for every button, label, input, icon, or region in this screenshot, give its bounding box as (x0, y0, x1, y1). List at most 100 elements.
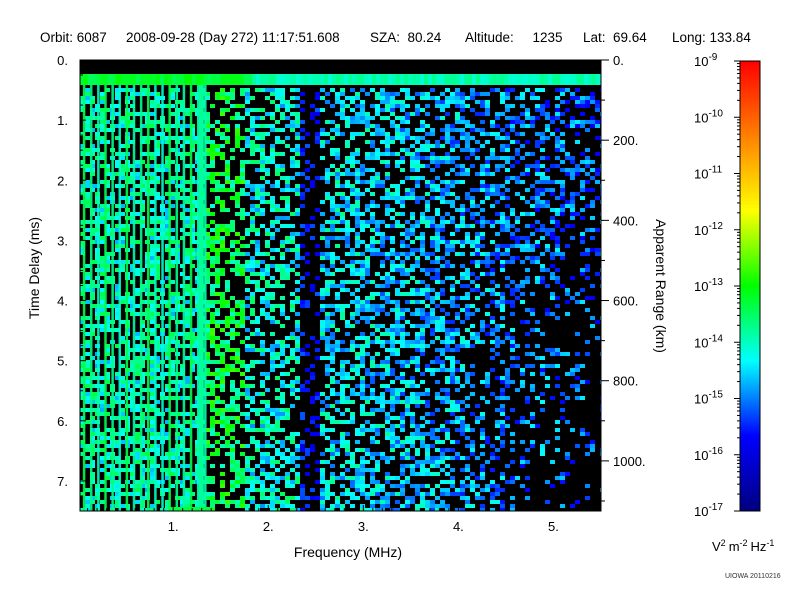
heatmap-cell (440, 224, 445, 228)
heatmap-cell (450, 304, 455, 308)
heatmap-cell (330, 304, 335, 308)
heatmap-cell (320, 408, 325, 412)
heatmap-cell (280, 168, 285, 172)
heatmap-cell (445, 392, 450, 396)
heatmap-cell (355, 96, 360, 100)
heatmap-cell (345, 120, 350, 124)
heatmap-cell (485, 112, 490, 116)
heatmap-cell (360, 412, 365, 416)
heatmap-cell (420, 128, 425, 132)
heatmap-cell (465, 208, 470, 212)
heatmap-cell (380, 116, 385, 120)
heatmap-cell (345, 252, 350, 256)
heatmap-cell (410, 232, 415, 236)
heatmap-cell (345, 332, 350, 336)
heatmap-cell (240, 268, 245, 272)
heatmap-cell (355, 212, 360, 216)
heatmap-cell (465, 272, 470, 276)
heatmap-cell (465, 380, 470, 384)
heatmap-cell (475, 296, 480, 300)
heatmap-cell (255, 188, 260, 192)
heatmap-cell (235, 264, 240, 268)
heatmap-cell (480, 232, 485, 236)
heatmap-cell (470, 88, 475, 92)
heatmap-cell (280, 88, 285, 92)
heatmap-cell (275, 356, 280, 360)
heatmap-cell (320, 488, 325, 492)
heatmap-cell (460, 296, 465, 300)
heatmap-cell (185, 376, 190, 380)
heatmap-cell (465, 292, 470, 296)
heatmap-cell (285, 448, 290, 452)
heatmap-cell (380, 396, 385, 400)
heatmap-cell (245, 368, 250, 372)
heatmap-cell (375, 204, 380, 208)
heatmap-cell (410, 400, 415, 404)
heatmap-cell (225, 96, 230, 100)
heatmap-cell (490, 480, 495, 484)
heatmap-cell (315, 92, 320, 96)
heatmap-cell (525, 320, 530, 324)
heatmap-cell (530, 256, 535, 260)
heatmap-cell (210, 428, 215, 432)
heatmap-cell (250, 224, 255, 228)
heatmap-cell (255, 360, 260, 364)
heatmap-cell (220, 356, 225, 360)
heatmap-cell (580, 100, 585, 104)
heatmap-cell (250, 364, 255, 368)
heatmap-cell (340, 304, 345, 308)
heatmap-cell (225, 504, 230, 508)
heatmap-cell (420, 108, 425, 112)
heatmap-cell (465, 316, 470, 320)
heatmap-cell (440, 256, 445, 260)
heatmap-cell (430, 428, 435, 432)
heatmap-cell (185, 164, 190, 168)
heatmap-cell (380, 196, 385, 200)
heatmap-cell (320, 264, 325, 268)
heatmap-cell (480, 412, 485, 416)
heatmap-cell (250, 132, 255, 136)
heatmap-cell (290, 164, 295, 168)
heatmap-cell (385, 480, 390, 484)
heatmap-cell (335, 348, 340, 352)
heatmap-cell (220, 272, 225, 276)
heatmap-cell (260, 108, 265, 112)
heatmap-cell (540, 364, 545, 368)
heatmap-cell (555, 212, 560, 216)
heatmap-cell (480, 340, 485, 344)
heatmap-cell (525, 364, 530, 368)
heatmap-cell (135, 332, 140, 336)
heatmap-cell (295, 264, 300, 268)
heatmap-cell (245, 496, 250, 500)
heatmap-cell (185, 428, 190, 432)
heatmap-cell (275, 92, 280, 96)
heatmap-cell (340, 412, 345, 416)
heatmap-cell (355, 296, 360, 300)
heatmap-cell (450, 124, 455, 128)
heatmap-cell (435, 104, 440, 108)
heatmap-cell (395, 308, 400, 312)
heatmap-cell (540, 448, 545, 452)
heatmap-cell (430, 236, 435, 240)
heatmap-cell (390, 368, 395, 372)
heatmap-cell (495, 448, 500, 452)
heatmap-cell (385, 356, 390, 360)
heatmap-cell (495, 132, 500, 136)
heatmap-cell (570, 236, 575, 240)
heatmap-cell (390, 140, 395, 144)
heatmap-cell (565, 108, 570, 112)
heatmap-cell (325, 396, 330, 400)
heatmap-cell (280, 428, 285, 432)
heatmap-cell (565, 420, 570, 424)
heatmap-cell (300, 444, 305, 448)
heatmap-cell (295, 132, 300, 136)
heatmap-cell (355, 268, 360, 272)
heatmap-cell (275, 228, 280, 232)
heatmap-cell (585, 308, 590, 312)
heatmap-cell (405, 344, 410, 348)
heatmap-cell (310, 432, 315, 436)
heatmap-cell (275, 468, 280, 472)
heatmap-cell (210, 180, 215, 184)
heatmap-cell (340, 212, 345, 216)
heatmap-cell (360, 344, 365, 348)
